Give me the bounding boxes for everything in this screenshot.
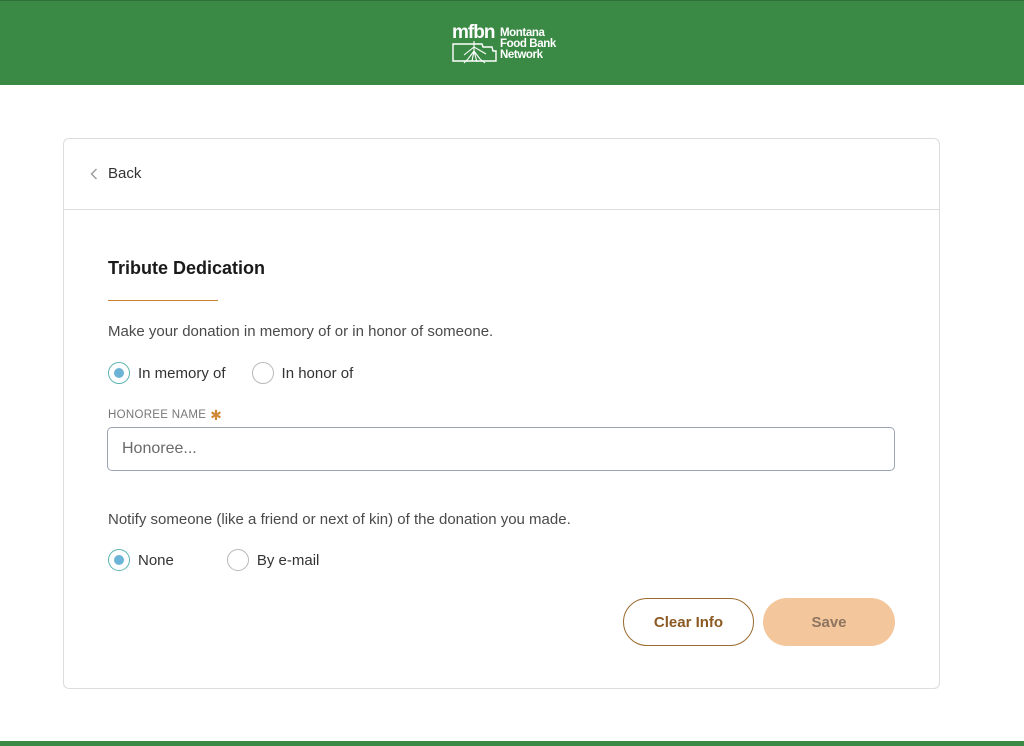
- radio-in-honor-of[interactable]: In honor of: [251, 362, 354, 384]
- notify-group: None By e-mail: [108, 549, 319, 571]
- radio-in-memory-of-label: In memory of: [138, 364, 226, 382]
- radio-notify-email-label: By e-mail: [256, 551, 320, 569]
- tribute-card: Back Tribute Dedication Make your donati…: [63, 138, 940, 689]
- back-row: Back: [64, 139, 939, 210]
- honoree-name-input[interactable]: [107, 427, 895, 471]
- logo-line-2: Food Bank: [500, 37, 556, 50]
- section-title: Tribute Dedication: [108, 258, 266, 278]
- tribute-type-group: In memory of In honor of: [108, 362, 353, 384]
- clear-info-button[interactable]: Clear Info: [623, 598, 754, 646]
- logo-line-1: Montana: [500, 26, 545, 39]
- notify-text: Notify someone (like a friend or next of…: [108, 511, 571, 528]
- save-button[interactable]: Save: [763, 598, 895, 646]
- mfbn-logo[interactable]: mfbn Montana Food Bank Network: [452, 23, 556, 65]
- radio-in-honor-of-indicator[interactable]: [251, 362, 274, 384]
- logo-abbr: mfbn: [452, 22, 495, 43]
- radio-notify-none[interactable]: None: [108, 549, 174, 571]
- montana-roots-icon: [452, 41, 497, 64]
- back-label: Back: [108, 165, 142, 182]
- honoree-name-label-text: HONOREE NAME: [108, 409, 207, 421]
- footer-bar: [0, 741, 1024, 746]
- logo-mark: mfbn: [452, 23, 498, 65]
- honoree-name-label: HONOREE NAME ✱: [108, 407, 223, 423]
- back-button[interactable]: Back: [90, 165, 141, 182]
- section-intro: Make your donation in memory of or in ho…: [108, 323, 494, 340]
- radio-notify-email[interactable]: By e-mail: [226, 549, 320, 571]
- chevron-left-icon: [90, 168, 97, 179]
- logo-text: Montana Food Bank Network: [500, 26, 556, 61]
- radio-notify-none-label: None: [138, 551, 174, 569]
- radio-in-memory-of-indicator[interactable]: [108, 362, 130, 384]
- radio-notify-email-indicator[interactable]: [226, 549, 249, 571]
- required-asterisk-icon: ✱: [210, 407, 223, 423]
- radio-in-memory-of[interactable]: In memory of: [108, 362, 226, 384]
- site-header: mfbn Montana Food Bank Network: [0, 0, 1024, 85]
- radio-in-honor-of-label: In honor of: [281, 364, 354, 382]
- logo-line-3: Network: [500, 48, 543, 61]
- radio-notify-none-indicator[interactable]: [108, 549, 130, 571]
- title-underline: [108, 300, 218, 301]
